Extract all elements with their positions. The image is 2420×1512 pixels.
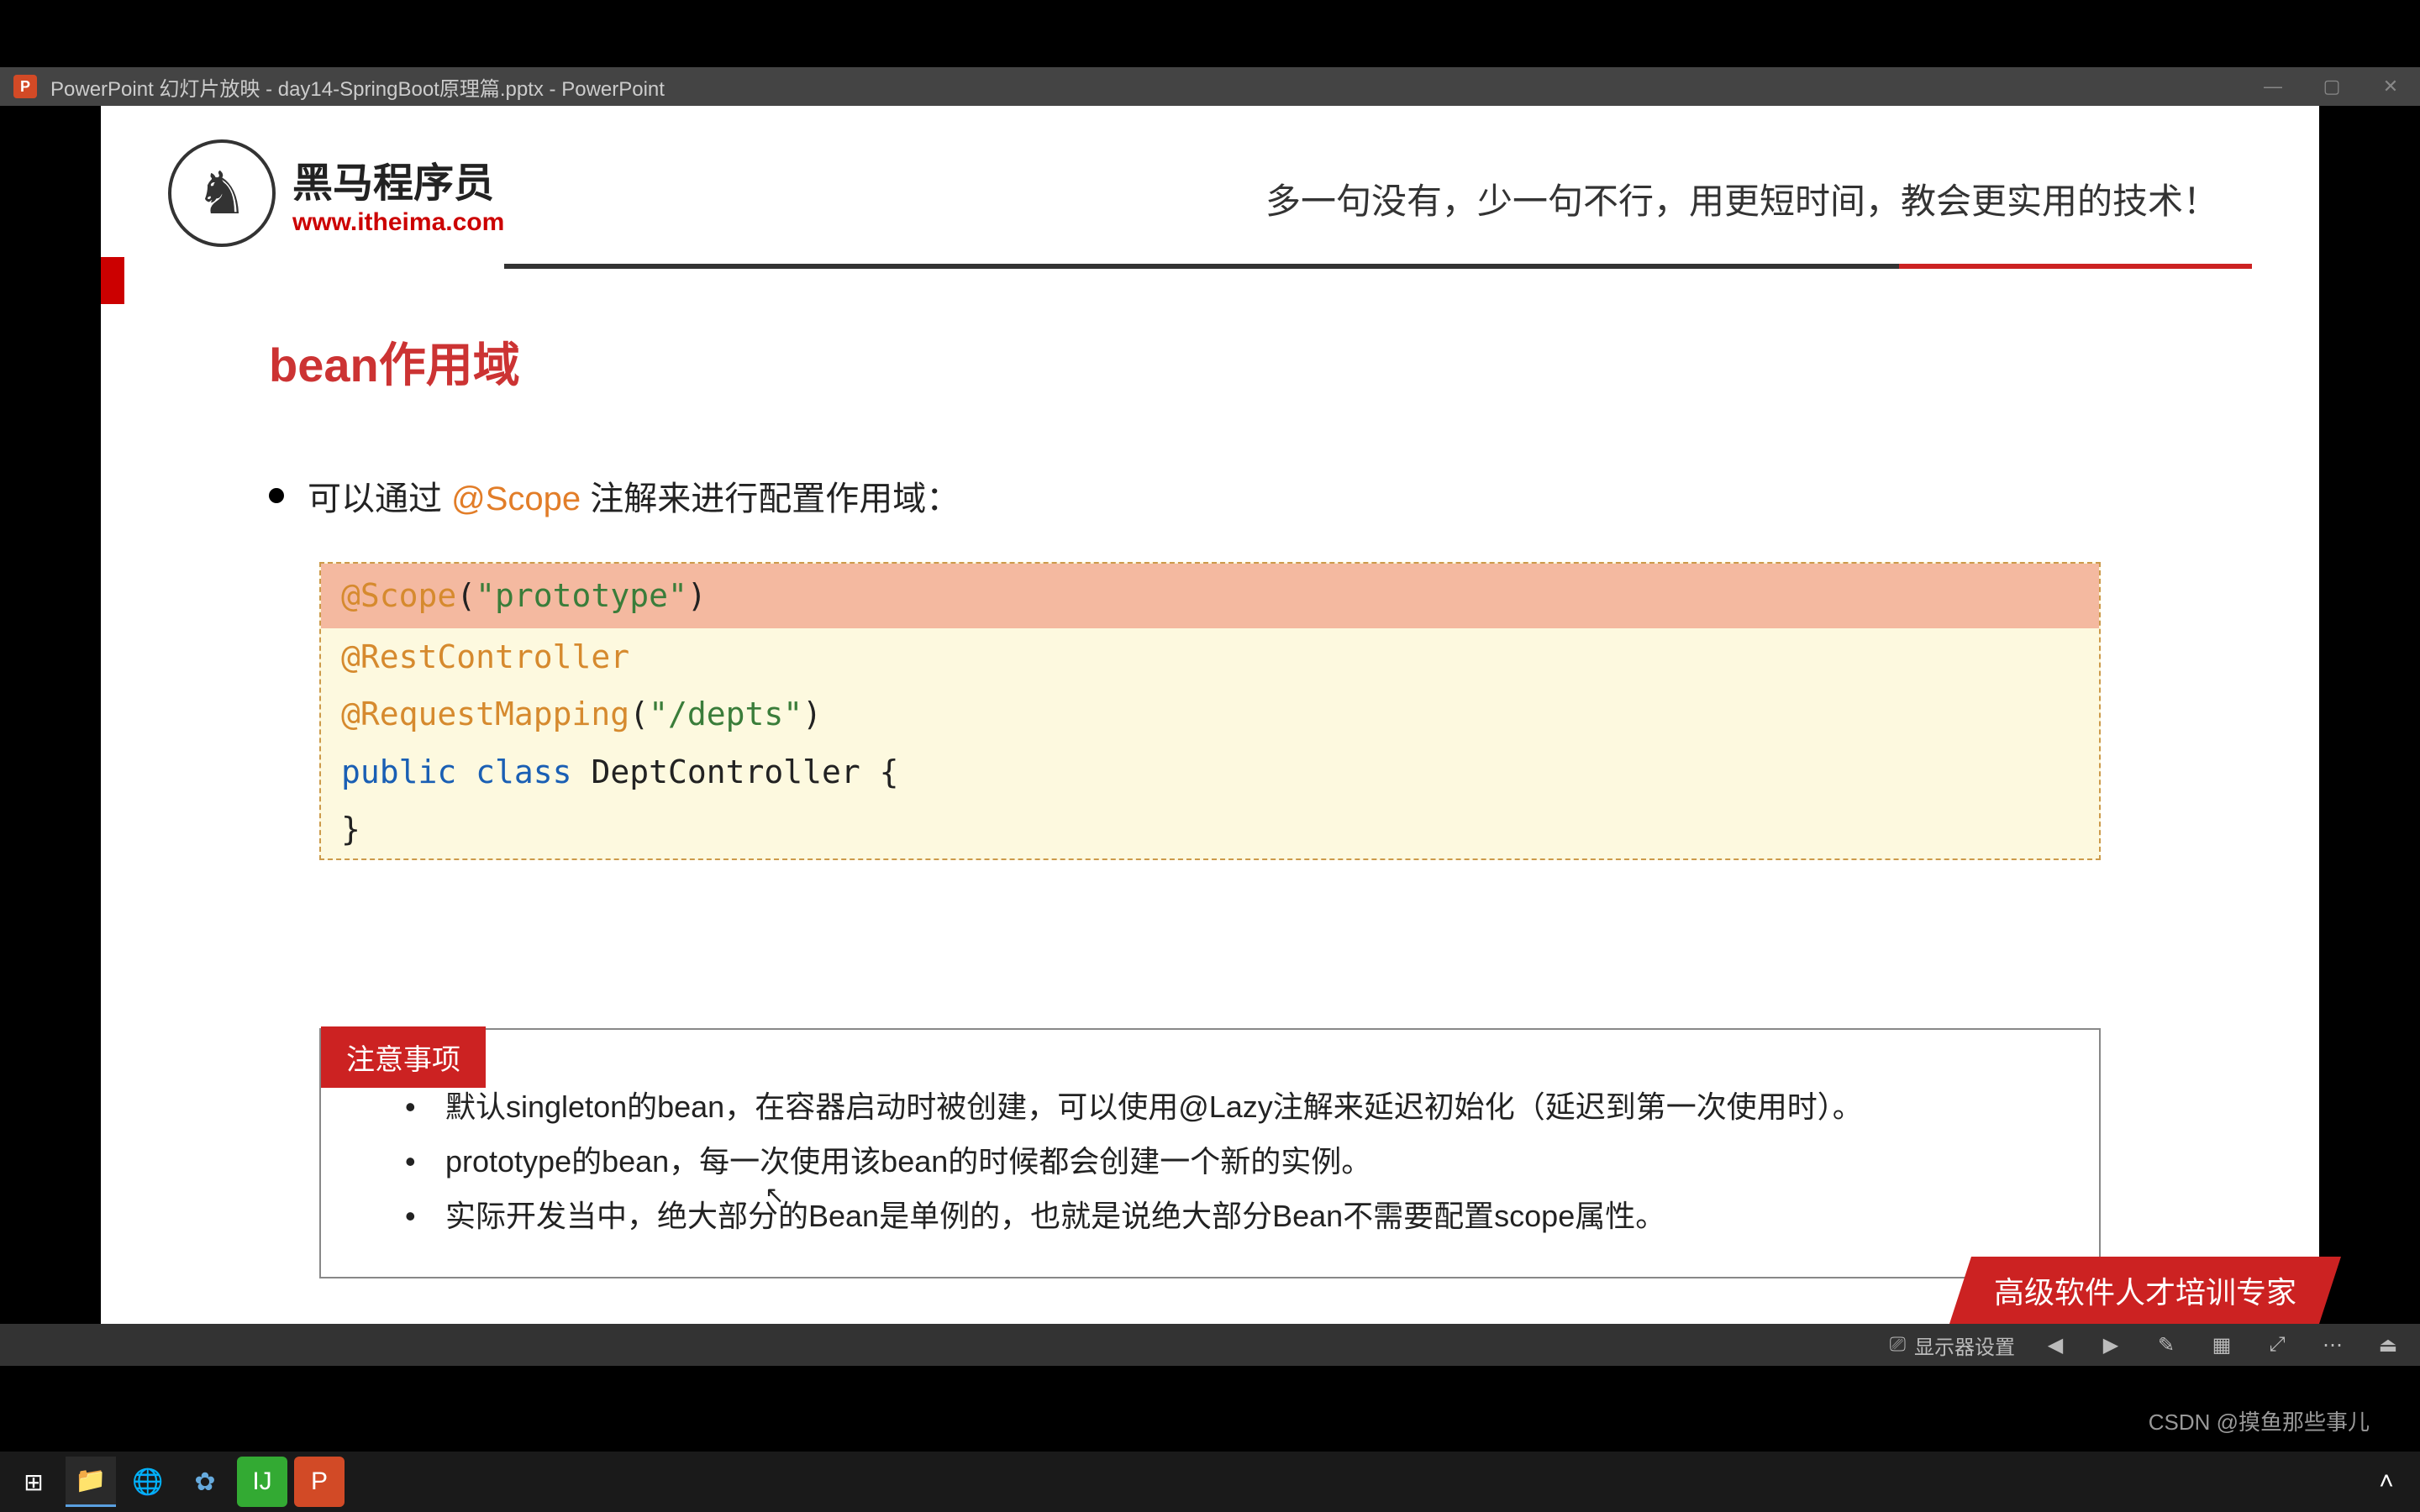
- end-show-icon[interactable]: ⏏: [2373, 1330, 2403, 1360]
- app-icon[interactable]: ✿: [180, 1457, 230, 1507]
- intro-post: 注解来进行配置作用域：: [581, 480, 960, 517]
- nav-next-icon[interactable]: ▶: [2096, 1330, 2126, 1360]
- intro-pre: 可以通过: [308, 480, 451, 517]
- red-accent-mark: [101, 257, 124, 304]
- tray-chevron-icon[interactable]: ˄: [2361, 1457, 2412, 1507]
- slide-canvas: ♞ 黑马程序员 www.itheima.com 多一句没有，少一句不行，用更短时…: [101, 106, 2319, 1324]
- header-divider: [504, 264, 2252, 269]
- powerpoint-icon: P: [13, 75, 37, 98]
- intro-bullet: 可以通过 @Scope 注解来进行配置作用域：: [269, 471, 2151, 520]
- close-button[interactable]: ✕: [2361, 67, 2420, 106]
- note-item: prototype的bean，每一次使用该bean的时候都会创建一个新的实例。: [405, 1135, 2065, 1189]
- pen-tool-icon[interactable]: ✎: [2151, 1330, 2181, 1360]
- options-icon[interactable]: ⋯: [2317, 1330, 2348, 1360]
- code-block: @Scope("prototype") @RestController @Req…: [319, 562, 2101, 860]
- logo-text-en: www.itheima.com: [292, 208, 504, 237]
- display-settings-button[interactable]: ⎚ 显示器设置: [1890, 1331, 2015, 1360]
- bullet-dot-icon: [269, 488, 284, 503]
- horse-logo-icon: ♞: [168, 139, 276, 247]
- note-item: 默认singleton的bean，在容器启动时被创建，可以使用@Lazy注解来延…: [405, 1080, 2065, 1135]
- powerpoint-taskbar-icon[interactable]: P: [294, 1457, 345, 1507]
- minimize-button[interactable]: —: [2244, 67, 2302, 106]
- window-title: PowerPoint 幻灯片放映 - day14-SpringBoot原理篇.p…: [50, 72, 665, 102]
- logo-text-zh: 黑马程序员: [292, 150, 504, 208]
- slide-title: bean作用域: [269, 328, 2319, 396]
- header-slogan: 多一句没有，少一句不行，用更短时间，教会更实用的技术！: [504, 173, 2252, 224]
- grid-view-icon[interactable]: ▦: [2207, 1330, 2237, 1360]
- code-line-2: @RestController: [321, 628, 2099, 686]
- windows-taskbar[interactable]: ⊞ 📁 🌐 ✿ IJ P ˄: [0, 1452, 2420, 1512]
- chrome-icon[interactable]: 🌐: [123, 1457, 173, 1507]
- ppt-statusbar: ⎚ 显示器设置 ◀ ▶ ✎ ▦ ⤢ ⋯ ⏏: [0, 1324, 2420, 1366]
- csdn-watermark: CSDN @摸鱼那些事儿: [2149, 1405, 2370, 1436]
- footer-banner: 高级软件人才培训专家: [1949, 1257, 2341, 1324]
- code-line-3: @RequestMapping("/depts"): [321, 685, 2099, 743]
- code-line-1: @Scope("prototype"): [321, 564, 2099, 628]
- intellij-icon[interactable]: IJ: [237, 1457, 287, 1507]
- ppt-titlebar: P PowerPoint 幻灯片放映 - day14-SpringBoot原理篇…: [0, 67, 2420, 106]
- code-line-4: public class DeptController {: [321, 743, 2099, 801]
- notes-label: 注意事项: [321, 1026, 486, 1088]
- nav-prev-icon[interactable]: ◀: [2040, 1330, 2070, 1360]
- file-explorer-icon[interactable]: 📁: [66, 1457, 116, 1507]
- logo-block: ♞ 黑马程序员 www.itheima.com: [168, 139, 504, 247]
- mouse-cursor-icon: ↖: [765, 1181, 784, 1209]
- start-button[interactable]: ⊞: [8, 1457, 59, 1507]
- scope-annotation-token: @Scope: [451, 480, 581, 517]
- code-line-5: }: [321, 801, 2099, 858]
- zoom-icon[interactable]: ⤢: [2262, 1330, 2292, 1360]
- note-item: 实际开发当中，绝大部分的Bean是单例的，也就是说绝大部分Bean不需要配置sc…: [405, 1189, 2065, 1244]
- maximize-button[interactable]: ▢: [2302, 67, 2361, 106]
- notes-box: 注意事项 默认singleton的bean，在容器启动时被创建，可以使用@Laz…: [319, 1028, 2101, 1278]
